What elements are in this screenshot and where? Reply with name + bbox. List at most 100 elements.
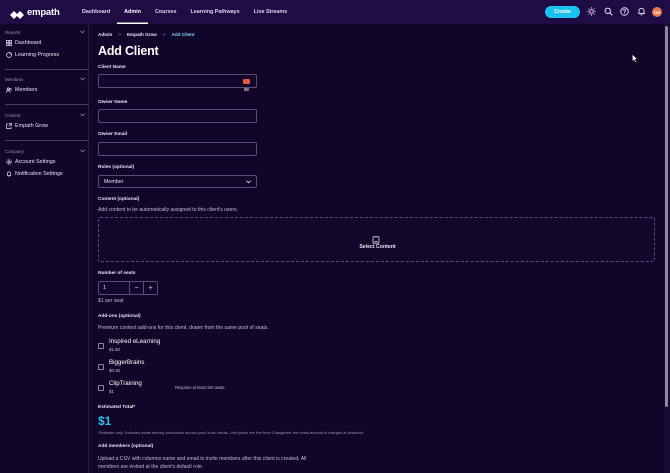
- content-help-text: Add content to be automatically assigned…: [98, 207, 238, 213]
- sidebar-section-title: Content: [5, 112, 21, 118]
- nav-dashboard[interactable]: Dashboard: [75, 0, 117, 24]
- breadcrumb-empath-grow[interactable]: Empath Grow: [127, 32, 157, 37]
- sidebar-section-reports: Reports Dashboard Learning Progress: [0, 27, 89, 61]
- chevron-down-icon: [80, 77, 85, 81]
- user-avatar[interactable]: DR: [652, 7, 662, 17]
- addon-checkbox[interactable]: [98, 364, 104, 370]
- empath-logo[interactable]: empath: [10, 0, 70, 24]
- owner-email-label: Owner Email: [98, 132, 128, 137]
- scrollbar-thumb[interactable]: [665, 26, 668, 407]
- sidebar-item-label: Dashboard: [15, 40, 42, 46]
- breadcrumb-separator: >: [162, 32, 166, 37]
- addon-name: Inspired eLearning: [109, 338, 161, 345]
- addon-item-inspired-elearning: Inspired eLearning $1.80: [98, 338, 398, 354]
- seats-label: Number of seats: [98, 271, 136, 276]
- addon-checkbox[interactable]: [98, 343, 104, 349]
- client-name-input[interactable]: [98, 74, 257, 91]
- addon-note: Requires at least 100 seats: [175, 385, 225, 390]
- addon-name: BiggerBrains: [109, 359, 145, 366]
- logo-text: empath: [27, 6, 60, 18]
- addon-name: ClipTraining: [109, 380, 142, 387]
- add-members-help-line2: members are invited at the client's defa…: [98, 464, 204, 470]
- gear-icon: [6, 159, 12, 165]
- sidebar: Reports Dashboard Learning Progress Memb…: [0, 24, 89, 473]
- sun-icon[interactable]: [586, 6, 597, 17]
- addon-price: $1: [109, 389, 114, 394]
- seats-decrement-button[interactable]: −: [129, 281, 144, 295]
- addon-price: $0.36: [109, 368, 120, 373]
- estimated-total-label: Estimated Total*: [98, 405, 136, 410]
- sidebar-section-title: Company: [5, 148, 24, 154]
- chevron-down-icon: [246, 179, 251, 183]
- chevron-down-icon: [80, 113, 85, 117]
- breadcrumb: Admin > Empath Grow > Add Client: [98, 32, 195, 37]
- sidebar-item-empath-grow[interactable]: Empath Grow: [0, 120, 89, 132]
- sidebar-section-content: Content Empath Grow: [0, 110, 89, 132]
- addon-price: $1.80: [109, 347, 120, 352]
- sidebar-item-label: Members: [15, 87, 38, 93]
- nav-courses[interactable]: Courses: [148, 0, 184, 24]
- help-icon[interactable]: [619, 6, 630, 17]
- page-title: Add Client: [98, 44, 159, 58]
- main-content: Admin > Empath Grow > Add Client Add Cli…: [89, 24, 664, 473]
- sidebar-item-label: Learning Progress: [15, 52, 60, 58]
- chevron-down-icon: [80, 149, 85, 153]
- select-content-dropzone[interactable]: Select Content: [98, 217, 655, 262]
- bell-icon[interactable]: [636, 6, 647, 17]
- roles-label: Roles (optional): [98, 165, 135, 170]
- progress-icon: [6, 52, 12, 58]
- sidebar-section-company: Company Account Settings Notification Se…: [0, 146, 89, 180]
- estimate-footnote: *Estimate only. Excludes seats already p…: [98, 430, 365, 435]
- create-button[interactable]: Create: [545, 6, 580, 18]
- sidebar-section-header[interactable]: Content: [0, 110, 89, 120]
- nav-admin[interactable]: Admin: [117, 0, 148, 24]
- grid-icon: [6, 40, 12, 46]
- external-link-icon: [6, 123, 12, 129]
- autofill-badge-icon[interactable]: [243, 79, 250, 91]
- sidebar-item-learning-progress[interactable]: Learning Progress: [0, 49, 89, 61]
- sidebar-item-label: Empath Grow: [15, 123, 48, 129]
- sidebar-item-label: Account Settings: [15, 159, 56, 165]
- main-nav: Dashboard Admin Courses Learning Pathway…: [75, 0, 294, 24]
- nav-learning-pathways[interactable]: Learning Pathways: [184, 0, 247, 24]
- add-members-help-line1: Upload a CSV with columns name and email…: [98, 456, 307, 462]
- breadcrumb-admin[interactable]: Admin: [98, 32, 112, 37]
- price-per-seat: $1 per seat: [98, 298, 124, 304]
- sidebar-section-header[interactable]: Reports: [0, 27, 89, 37]
- sidebar-item-account-settings[interactable]: Account Settings: [0, 156, 89, 168]
- addons-label: Add-ons (optional): [98, 314, 141, 319]
- owner-name-input[interactable]: [98, 109, 257, 123]
- select-content-label: Select Content: [359, 244, 396, 250]
- sidebar-divider: [5, 140, 89, 141]
- sidebar-section-header[interactable]: Company: [0, 146, 89, 156]
- owner-name-label: Owner Name: [98, 100, 128, 105]
- roles-select[interactable]: Member: [98, 175, 257, 188]
- sidebar-section-members: Members Members: [0, 74, 89, 96]
- search-icon[interactable]: [603, 6, 614, 17]
- seats-increment-button[interactable]: +: [143, 281, 158, 295]
- sidebar-item-label: Notification Settings: [15, 171, 63, 177]
- addon-checkbox[interactable]: [98, 385, 104, 391]
- nav-live-streams[interactable]: Live Streams: [247, 0, 295, 24]
- seats-input[interactable]: 1: [98, 281, 130, 295]
- breadcrumb-add-client: Add Client: [171, 32, 195, 37]
- mouse-cursor-icon: [632, 50, 638, 63]
- breadcrumb-separator: >: [118, 32, 121, 37]
- top-navigation-bar: empath Dashboard Admin Courses Learning …: [0, 0, 670, 24]
- page-scrollbar[interactable]: [664, 24, 670, 473]
- sidebar-section-title: Members: [5, 76, 24, 82]
- users-icon: [6, 87, 12, 93]
- sidebar-item-members[interactable]: Members: [0, 84, 89, 96]
- chevron-down-icon: [80, 30, 85, 34]
- content-label: Content (optional): [98, 197, 140, 202]
- client-name-label: Client Name: [98, 65, 126, 70]
- sidebar-item-dashboard[interactable]: Dashboard: [0, 37, 89, 49]
- estimated-total-value: $1: [98, 414, 112, 428]
- addons-help-text: Premium content add-ons for this client,…: [98, 325, 269, 331]
- add-members-label: Add members (optional): [98, 444, 154, 449]
- addon-item-cliptraining: ClipTraining $1 Requires at least 100 se…: [98, 380, 398, 396]
- owner-email-input[interactable]: [98, 142, 257, 156]
- sidebar-item-notification-settings[interactable]: Notification Settings: [0, 168, 89, 180]
- sidebar-section-header[interactable]: Members: [0, 74, 89, 84]
- bell-icon: [6, 171, 12, 177]
